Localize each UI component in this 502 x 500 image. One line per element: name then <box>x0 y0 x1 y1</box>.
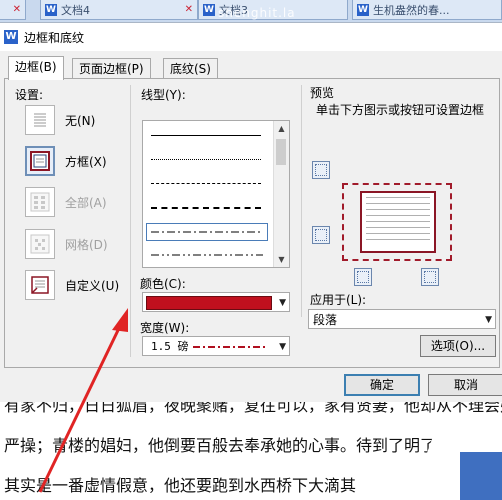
ok-button[interactable]: 确定 <box>344 374 420 396</box>
setting-label: 自定义(U) <box>65 278 120 293</box>
bottom-border-icon <box>315 229 327 241</box>
document-body[interactable]: 有家不归，日日狐眉，夜晚聚赌，复往可以，家有贤妻，他却从不理会她 严操；青楼的娼… <box>0 402 502 500</box>
line-style-dash-dot-icon <box>151 231 263 233</box>
chevron-down-icon: ▼ <box>279 298 286 308</box>
color-swatch <box>146 296 272 310</box>
doc-line: 有家不归，日日狐眉，夜晚聚赌，复往可以，家有贤妻，他却从不理会她 <box>4 402 502 415</box>
doc-line: 其实是一番虚情假意，他还要跑到水西桥下大滴其 <box>4 476 357 495</box>
setting-label: 全部(A) <box>65 195 107 210</box>
doc-line: 严操；青楼的娼妇，他倒要百般去奉承她的心事。待到了明了那 <box>4 436 453 455</box>
width-value: 1.5 磅 <box>151 340 189 353</box>
top-border-icon <box>315 164 327 176</box>
scroll-up-icon[interactable]: ▲ <box>274 121 289 136</box>
left-border-icon <box>357 271 369 283</box>
setting-none[interactable]: 无(N) <box>25 105 95 135</box>
right-border-icon <box>424 271 436 283</box>
line-style-label: 线型(Y): <box>141 88 186 102</box>
scroll-thumb[interactable] <box>276 139 286 165</box>
right-border-button[interactable] <box>421 268 439 286</box>
setting-box[interactable]: 方框(X) <box>25 146 107 176</box>
doc-tab-label: 生机盎然的春... <box>373 3 450 17</box>
close-icon[interactable]: ✕ <box>13 4 21 15</box>
setting-all[interactable]: 全部(A) <box>25 187 107 217</box>
doc-tab-3[interactable]: W 生机盎然的春... <box>352 0 502 20</box>
width-select[interactable]: 1.5 磅 ▼ <box>142 336 290 356</box>
preview-hint: 单击下方图示或按钮可设置边框 <box>316 103 485 117</box>
line-style-dashed[interactable] <box>151 207 261 209</box>
close-icon[interactable]: ✕ <box>185 4 193 15</box>
setting-all-icon <box>25 187 55 217</box>
scroll-down-icon[interactable]: ▼ <box>274 252 289 267</box>
column-divider <box>130 85 131 357</box>
preview-page <box>360 191 436 253</box>
line-style-selected[interactable] <box>146 223 268 241</box>
cancel-button[interactable]: 取消 <box>428 374 502 396</box>
setting-label: 方框(X) <box>65 154 107 169</box>
column-divider <box>301 85 302 317</box>
width-line-sample <box>193 346 268 348</box>
line-style-solid[interactable] <box>151 135 261 136</box>
word-doc-icon: W <box>203 3 215 16</box>
borders-shading-dialog: W 边框和底纹 边框(B) 页面边框(P) 底纹(S) 设置: 无(N) 方框(… <box>0 22 502 403</box>
watermark: shenghit.la <box>218 6 296 20</box>
color-select[interactable]: ▼ <box>142 292 290 312</box>
apply-to-value: 段落 <box>313 312 338 327</box>
line-style-dotted[interactable] <box>151 159 261 160</box>
width-label: 宽度(W): <box>140 321 190 335</box>
settings-label: 设置: <box>15 88 44 102</box>
line-style-list[interactable]: ▲ ▼ <box>142 120 290 268</box>
apply-to-select[interactable]: 段落 ▼ <box>308 309 496 329</box>
wps-app-icon: W <box>4 30 18 44</box>
setting-none-icon <box>25 105 55 135</box>
chevron-down-icon: ▼ <box>279 342 286 352</box>
left-border-button[interactable] <box>354 268 372 286</box>
chevron-down-icon: ▼ <box>485 315 492 325</box>
dialog-titlebar: W 边框和底纹 <box>0 23 502 51</box>
word-doc-icon: W <box>45 3 57 16</box>
color-label: 颜色(C): <box>140 277 186 291</box>
setting-custom-icon <box>25 270 55 300</box>
dialog-title: 边框和底纹 <box>24 30 85 45</box>
line-style-dashed-small[interactable] <box>151 183 261 184</box>
doc-tab-1[interactable]: W 文档4 ✕ <box>40 0 198 20</box>
tab-page-border[interactable]: 页面边框(P) <box>72 58 151 79</box>
tab-borders[interactable]: 边框(B) <box>8 56 64 80</box>
logo-corner <box>460 452 502 500</box>
options-button[interactable]: 选项(O)... <box>420 335 496 357</box>
top-border-button[interactable] <box>312 161 330 179</box>
tab-shading[interactable]: 底纹(S) <box>163 58 218 79</box>
document-tab-bar: ✕ W 文档4 ✕ W 文档3 W 生机盎然的春... shenghit.la <box>0 0 502 23</box>
apply-to-label: 应用于(L): <box>310 293 367 307</box>
setting-grid[interactable]: 网格(D) <box>25 229 108 259</box>
line-style-scrollbar[interactable]: ▲ ▼ <box>273 121 289 267</box>
doc-tab-label: 文档4 <box>61 3 90 17</box>
doc-tab-partial[interactable]: ✕ <box>0 0 26 20</box>
setting-label: 无(N) <box>65 113 96 128</box>
setting-box-icon <box>25 146 55 176</box>
line-style-dash-dot-dot[interactable] <box>149 251 269 259</box>
word-doc-icon: W <box>357 3 369 16</box>
bottom-border-button[interactable] <box>312 226 330 244</box>
setting-label: 网格(D) <box>65 237 108 252</box>
setting-custom[interactable]: 自定义(U) <box>25 270 119 300</box>
setting-grid-icon <box>25 229 55 259</box>
preview-label: 预览 <box>310 86 335 100</box>
